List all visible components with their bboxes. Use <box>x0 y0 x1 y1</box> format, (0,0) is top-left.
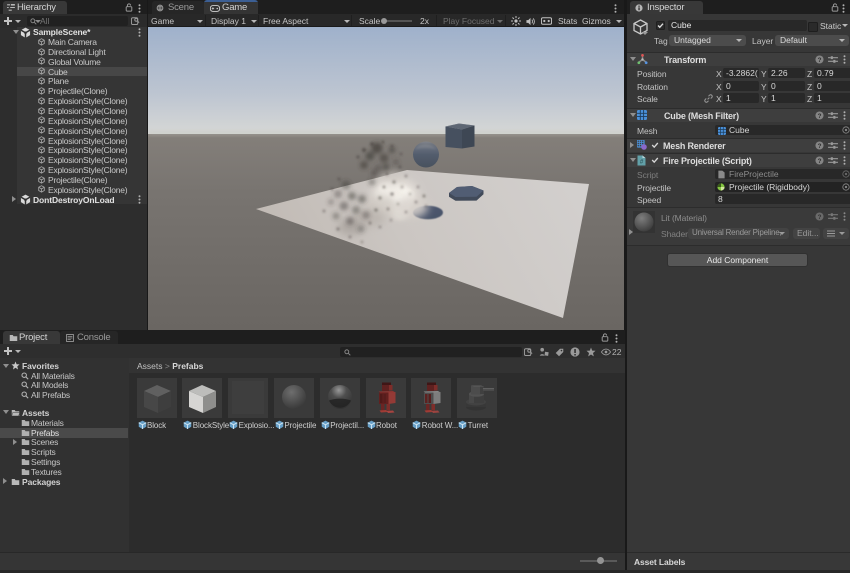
svg-text:?: ? <box>818 143 822 150</box>
svg-text:?: ? <box>818 214 822 221</box>
svg-text:?: ? <box>818 57 822 64</box>
svg-text:?: ? <box>818 113 822 120</box>
svg-text:?: ? <box>818 158 822 165</box>
